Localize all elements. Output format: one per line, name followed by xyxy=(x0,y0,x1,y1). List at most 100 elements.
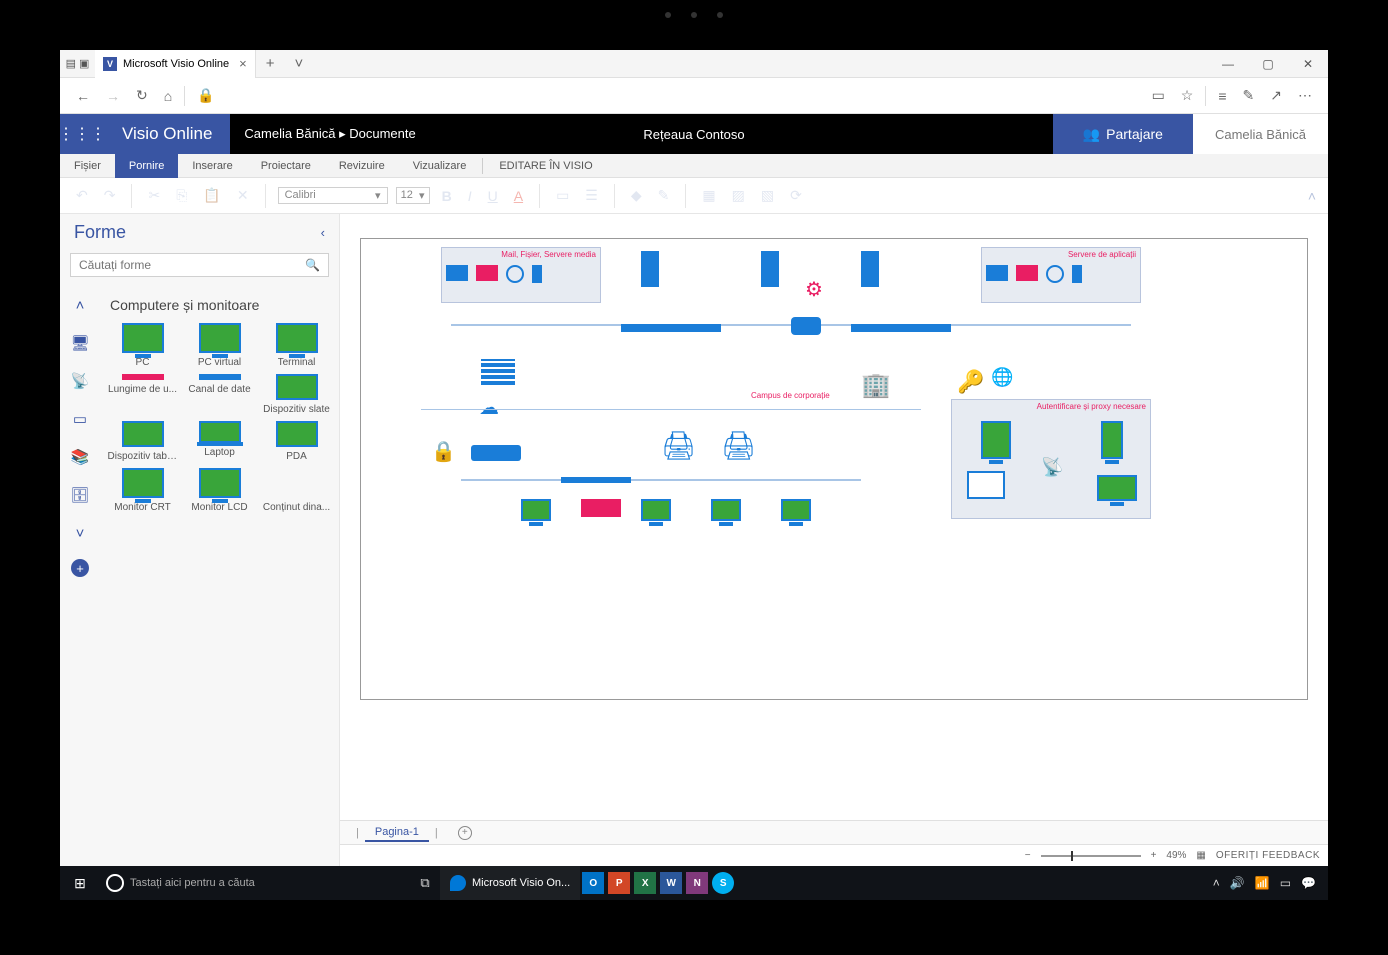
maximize-icon[interactable]: ▢ xyxy=(1248,57,1288,71)
rail-down-icon[interactable]: ˅ xyxy=(68,521,92,545)
text-box-icon[interactable]: ▭ xyxy=(552,187,573,204)
printer2-icon[interactable]: 🖨 xyxy=(721,429,757,462)
zoom-out-icon[interactable]: − xyxy=(1025,850,1031,861)
collapse-ribbon-icon[interactable]: ˄ xyxy=(1308,188,1316,204)
task-view-icon[interactable]: ⧉ xyxy=(410,875,440,891)
add-stencil-icon[interactable]: + xyxy=(71,559,89,577)
lock-icon[interactable]: 🔒 xyxy=(431,439,456,464)
taskbar-search[interactable]: Tastați aici pentru a căuta xyxy=(130,877,410,889)
redo-icon[interactable]: ↷ xyxy=(100,187,120,204)
shape-item[interactable]: PC xyxy=(106,323,179,368)
close-window-icon[interactable]: ✕ xyxy=(1288,57,1328,71)
add-page-icon[interactable]: + xyxy=(458,826,472,840)
pc-2[interactable] xyxy=(641,499,671,521)
network-diagram[interactable]: Mail, Fișier, Servere media xyxy=(360,238,1308,700)
shape-item[interactable]: Canal de date xyxy=(183,374,256,415)
laptop-icon[interactable] xyxy=(967,471,1005,499)
tab-chevron-icon[interactable]: ˅ xyxy=(285,55,314,72)
start-icon[interactable]: ⊞ xyxy=(60,875,100,892)
notes-icon[interactable]: ✎ xyxy=(1235,87,1263,104)
shape-item[interactable]: Monitor LCD xyxy=(183,468,256,513)
shape-item[interactable]: Terminal xyxy=(260,323,333,368)
paste-icon[interactable]: 📋 xyxy=(199,187,224,204)
stencil-detailed-icon[interactable]: 📚 xyxy=(68,445,92,469)
app-servers-group[interactable]: Servere de aplicații xyxy=(981,247,1141,303)
zoom-slider[interactable] xyxy=(1041,855,1141,857)
building-icon[interactable]: 🏢 xyxy=(861,371,891,400)
close-tab-icon[interactable]: × xyxy=(239,56,247,71)
brand-title[interactable]: Visio Online xyxy=(104,114,230,154)
cortana-icon[interactable] xyxy=(106,874,124,892)
share-browser-icon[interactable]: ↗ xyxy=(1262,87,1290,104)
group-icon[interactable]: ▦ xyxy=(698,187,719,204)
browser-tab[interactable]: V Microsoft Visio Online × xyxy=(95,50,256,78)
stencil-computers-icon[interactable]: 🖥 xyxy=(68,331,92,355)
undo-icon[interactable]: ↶ xyxy=(72,187,92,204)
shape-item[interactable]: Dispozitiv slate xyxy=(260,374,333,415)
shapes-search-input[interactable] xyxy=(71,254,297,276)
mail-servers-group[interactable]: Mail, Fișier, Servere media xyxy=(441,247,601,303)
cloud-icon[interactable]: ☁ xyxy=(479,395,499,420)
pc-3[interactable] xyxy=(711,499,741,521)
forward-icon[interactable]: → xyxy=(98,88,128,104)
underline-icon[interactable]: U xyxy=(484,188,502,204)
shape-item[interactable]: Laptop xyxy=(183,421,256,462)
printer-icon[interactable]: 🖨 xyxy=(661,429,697,462)
word-icon[interactable]: W xyxy=(660,872,682,894)
zoom-level[interactable]: 49% xyxy=(1166,850,1186,861)
send-back-icon[interactable]: ▧ xyxy=(757,187,778,204)
reading-view-icon[interactable]: ▭ xyxy=(1144,87,1173,104)
home-icon[interactable]: ⌂ xyxy=(156,88,180,104)
shape-fill-icon[interactable]: ◆ xyxy=(627,187,646,204)
tablet-pen-icon[interactable] xyxy=(981,421,1011,459)
slate-icon[interactable] xyxy=(1097,475,1137,501)
stencil-wireless-icon[interactable]: 📡 xyxy=(68,369,92,393)
bold-icon[interactable]: B xyxy=(438,188,456,204)
page-tab[interactable]: Pagina-1 xyxy=(365,824,429,842)
shape-outline-icon[interactable]: ✎ xyxy=(654,187,674,204)
shape-item[interactable]: Conținut dina... xyxy=(260,468,333,513)
router-icon[interactable] xyxy=(791,317,821,335)
skype-icon[interactable]: S xyxy=(712,872,734,894)
taskbar-app-edge[interactable]: Microsoft Visio On... xyxy=(440,866,580,900)
ime-icon[interactable]: ▭ xyxy=(1280,876,1291,890)
pc-1[interactable] xyxy=(521,499,551,521)
canvas[interactable]: Mail, Fișier, Servere media xyxy=(340,214,1328,820)
collapse-shapes-icon[interactable]: ‹ xyxy=(321,225,325,240)
bring-front-icon[interactable]: ▨ xyxy=(728,187,749,204)
fit-page-icon[interactable]: ▦ xyxy=(1196,850,1205,861)
powerpoint-icon[interactable]: P xyxy=(608,872,630,894)
edit-in-visio-link[interactable]: EDITARE ÎN VISIO xyxy=(485,154,606,178)
cut-icon[interactable]: ✂ xyxy=(144,187,164,204)
user-name[interactable]: Camelia Bănică xyxy=(1193,114,1328,154)
zoom-in-icon[interactable]: + xyxy=(1151,850,1157,861)
back-icon[interactable]: ← xyxy=(68,88,98,104)
firewall-icon[interactable] xyxy=(481,359,515,385)
tab-preview-icons[interactable]: ▤ ▣ xyxy=(60,57,95,70)
wifi-icon[interactable]: 📡 xyxy=(1041,457,1063,478)
shape-item[interactable]: PDA xyxy=(260,421,333,462)
ribbon-tab-file[interactable]: Fișier xyxy=(60,154,115,178)
stencil-rack-icon[interactable]: ▭ xyxy=(68,407,92,431)
ribbon-tab-review[interactable]: Revizuire xyxy=(325,154,399,178)
cluster-icon[interactable]: ⚙ xyxy=(805,277,823,302)
document-title[interactable]: Rețeaua Contoso xyxy=(643,127,744,142)
ribbon-tab-home[interactable]: Pornire xyxy=(115,154,178,178)
notifications-icon[interactable]: 💬 xyxy=(1301,876,1316,890)
app-launcher-icon[interactable]: ⋮⋮⋮ xyxy=(60,114,104,154)
feedback-link[interactable]: OFERIȚI FEEDBACK xyxy=(1216,850,1320,861)
breadcrumb[interactable]: Camelia Bănică ▸ Documente xyxy=(230,126,429,142)
system-tray[interactable]: ˄ 🔊 📶 ▭ 💬 xyxy=(1201,876,1328,890)
ribbon-tab-design[interactable]: Proiectare xyxy=(247,154,325,178)
more-icon[interactable]: ⋯ xyxy=(1290,87,1320,104)
shape-item[interactable]: PC virtual xyxy=(183,323,256,368)
delete-icon[interactable]: ✕ xyxy=(233,187,253,204)
italic-icon[interactable]: I xyxy=(464,188,476,204)
rail-up-icon[interactable]: ˄ xyxy=(68,293,92,317)
wifi-tray-icon[interactable]: 📶 xyxy=(1255,876,1270,890)
shapes-search[interactable]: 🔍 xyxy=(70,253,329,277)
globe-icon[interactable]: 🌐 xyxy=(991,367,1013,388)
switch-icon[interactable] xyxy=(471,445,521,461)
ribbon-tab-insert[interactable]: Inserare xyxy=(178,154,246,178)
share-button[interactable]: 👥 Partajare xyxy=(1053,114,1193,154)
